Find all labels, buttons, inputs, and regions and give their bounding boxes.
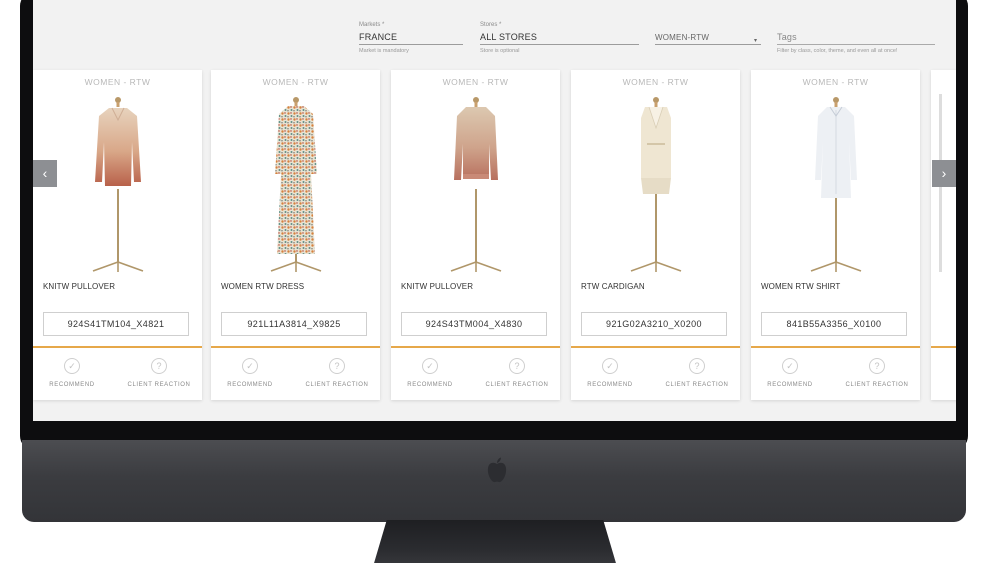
recommend-button[interactable]: ✓ RECOMMEND [575,358,645,388]
client-reaction-button[interactable]: ? CLIENT REACTION [659,358,735,388]
card-accent-bar [571,346,740,348]
card-category: WOMEN - RTW [84,77,151,87]
product-name: KNITW PULLOVER [43,282,116,291]
product-image[interactable] [623,94,689,272]
check-circle-icon: ✓ [782,358,798,374]
client-reaction-button[interactable]: ? CLIENT REACTION [839,358,915,388]
card-category: WOMEN - RTW [442,77,509,87]
chevron-down-icon[interactable]: ▾ [754,37,757,44]
chevron-right-icon: › [941,165,947,181]
product-image[interactable] [85,94,151,272]
card-category: WOMEN - RTW [802,77,869,87]
card-accent-bar [751,346,920,348]
question-circle-icon: ? [329,358,345,374]
client-reaction-button[interactable]: ? CLIENT REACTION [299,358,375,388]
product-card[interactable]: WOMEN - RTW WOMEN RTW SHIRT 841B55A3356_… [751,70,920,400]
check-circle-icon: ✓ [64,358,80,374]
check-circle-icon: ✓ [422,358,438,374]
client-reaction-label: CLIENT REACTION [485,382,549,388]
market-label: Markets * [359,22,385,28]
recommend-label: RECOMMEND [587,382,633,388]
recommend-button[interactable]: ✓ RECOMMEND [215,358,285,388]
recommend-button[interactable]: ✓ RECOMMEND [37,358,107,388]
client-reaction-label: CLIENT REACTION [127,382,191,388]
apple-logo-icon [487,457,507,483]
monitor-stand [372,520,618,563]
recommend-label: RECOMMEND [227,382,273,388]
product-card[interactable]: WOMEN - RTW RTW CARDIGAN 921G02A3210_X02… [571,70,740,400]
client-reaction-label: CLIENT REACTION [665,382,729,388]
client-reaction-label: CLIENT REACTION [305,382,369,388]
product-image[interactable] [443,94,509,272]
store-hint: Store is optional [480,48,520,54]
question-circle-icon: ? [689,358,705,374]
product-card[interactable]: WOMEN - RTW WOMEN RTW DRESS 921L11A3814_… [211,70,380,400]
category-field[interactable]: WOMEN-RTW ▾ [655,22,761,45]
carousel-prev-button[interactable]: ‹ [33,160,57,187]
question-circle-icon: ? [151,358,167,374]
product-name: RTW CARDIGAN [581,282,645,291]
product-code-field[interactable]: 924S41TM104_X4821 [43,312,189,336]
recommend-label: RECOMMEND [767,382,813,388]
product-card[interactable]: WOMEN - RTW KNITW PULLOVER 924S41TM104_X… [33,70,202,400]
card-accent-bar [391,346,560,348]
product-code-field[interactable]: 841B55A3356_X0100 [761,312,907,336]
card-accent-bar [211,346,380,348]
client-reaction-button[interactable]: ? CLIENT REACTION [121,358,197,388]
product-card[interactable]: WOMEN - RTW KNITW PULLOVER 924S43TM004_X… [391,70,560,400]
product-image[interactable] [803,94,869,272]
check-circle-icon: ✓ [602,358,618,374]
market-field[interactable]: Markets * FRANCE Market is mandatory [359,22,463,55]
recommend-button[interactable]: ✓ RECOMMEND [395,358,465,388]
recommend-label: RECOMMEND [407,382,453,388]
product-name: WOMEN RTW SHIRT [761,282,841,291]
product-code-field[interactable]: 921G02A3210_X0200 [581,312,727,336]
product-code-field[interactable]: 924S43TM004_X4830 [401,312,547,336]
card-category: WOMEN - RTW [622,77,689,87]
store-field[interactable]: Stores * ALL STORES Store is optional [480,22,639,55]
product-name: WOMEN RTW DRESS [221,282,305,291]
question-circle-icon: ? [509,358,525,374]
carousel-next-button[interactable]: › [932,160,956,187]
market-select[interactable]: FRANCE [359,31,463,45]
recommend-label: RECOMMEND [49,382,95,388]
app-screen: Markets * FRANCE Market is mandatory Sto… [33,0,956,421]
card-category: WOMEN - RTW [262,77,329,87]
product-card-partial[interactable] [931,70,956,400]
recommend-button[interactable]: ✓ RECOMMEND [755,358,825,388]
tags-hint: Filter by class, color, theme, and even … [777,48,898,54]
product-code-field[interactable]: 921L11A3814_X9825 [221,312,367,336]
store-select[interactable]: ALL STORES [480,31,639,45]
question-circle-icon: ? [869,358,885,374]
product-image[interactable] [263,94,329,272]
category-select[interactable]: WOMEN-RTW [655,31,761,45]
client-reaction-button[interactable]: ? CLIENT REACTION [479,358,555,388]
check-circle-icon: ✓ [242,358,258,374]
chevron-left-icon: ‹ [42,165,48,181]
tags-field[interactable]: Tags Filter by class, color, theme, and … [777,22,935,55]
client-reaction-label: CLIENT REACTION [845,382,909,388]
card-accent-bar [33,346,202,348]
store-label: Stores * [480,22,502,28]
market-hint: Market is mandatory [359,48,409,54]
tags-input[interactable]: Tags [777,31,935,45]
product-name: KNITW PULLOVER [401,282,474,291]
imac-mockup: Markets * FRANCE Market is mandatory Sto… [0,0,1000,563]
